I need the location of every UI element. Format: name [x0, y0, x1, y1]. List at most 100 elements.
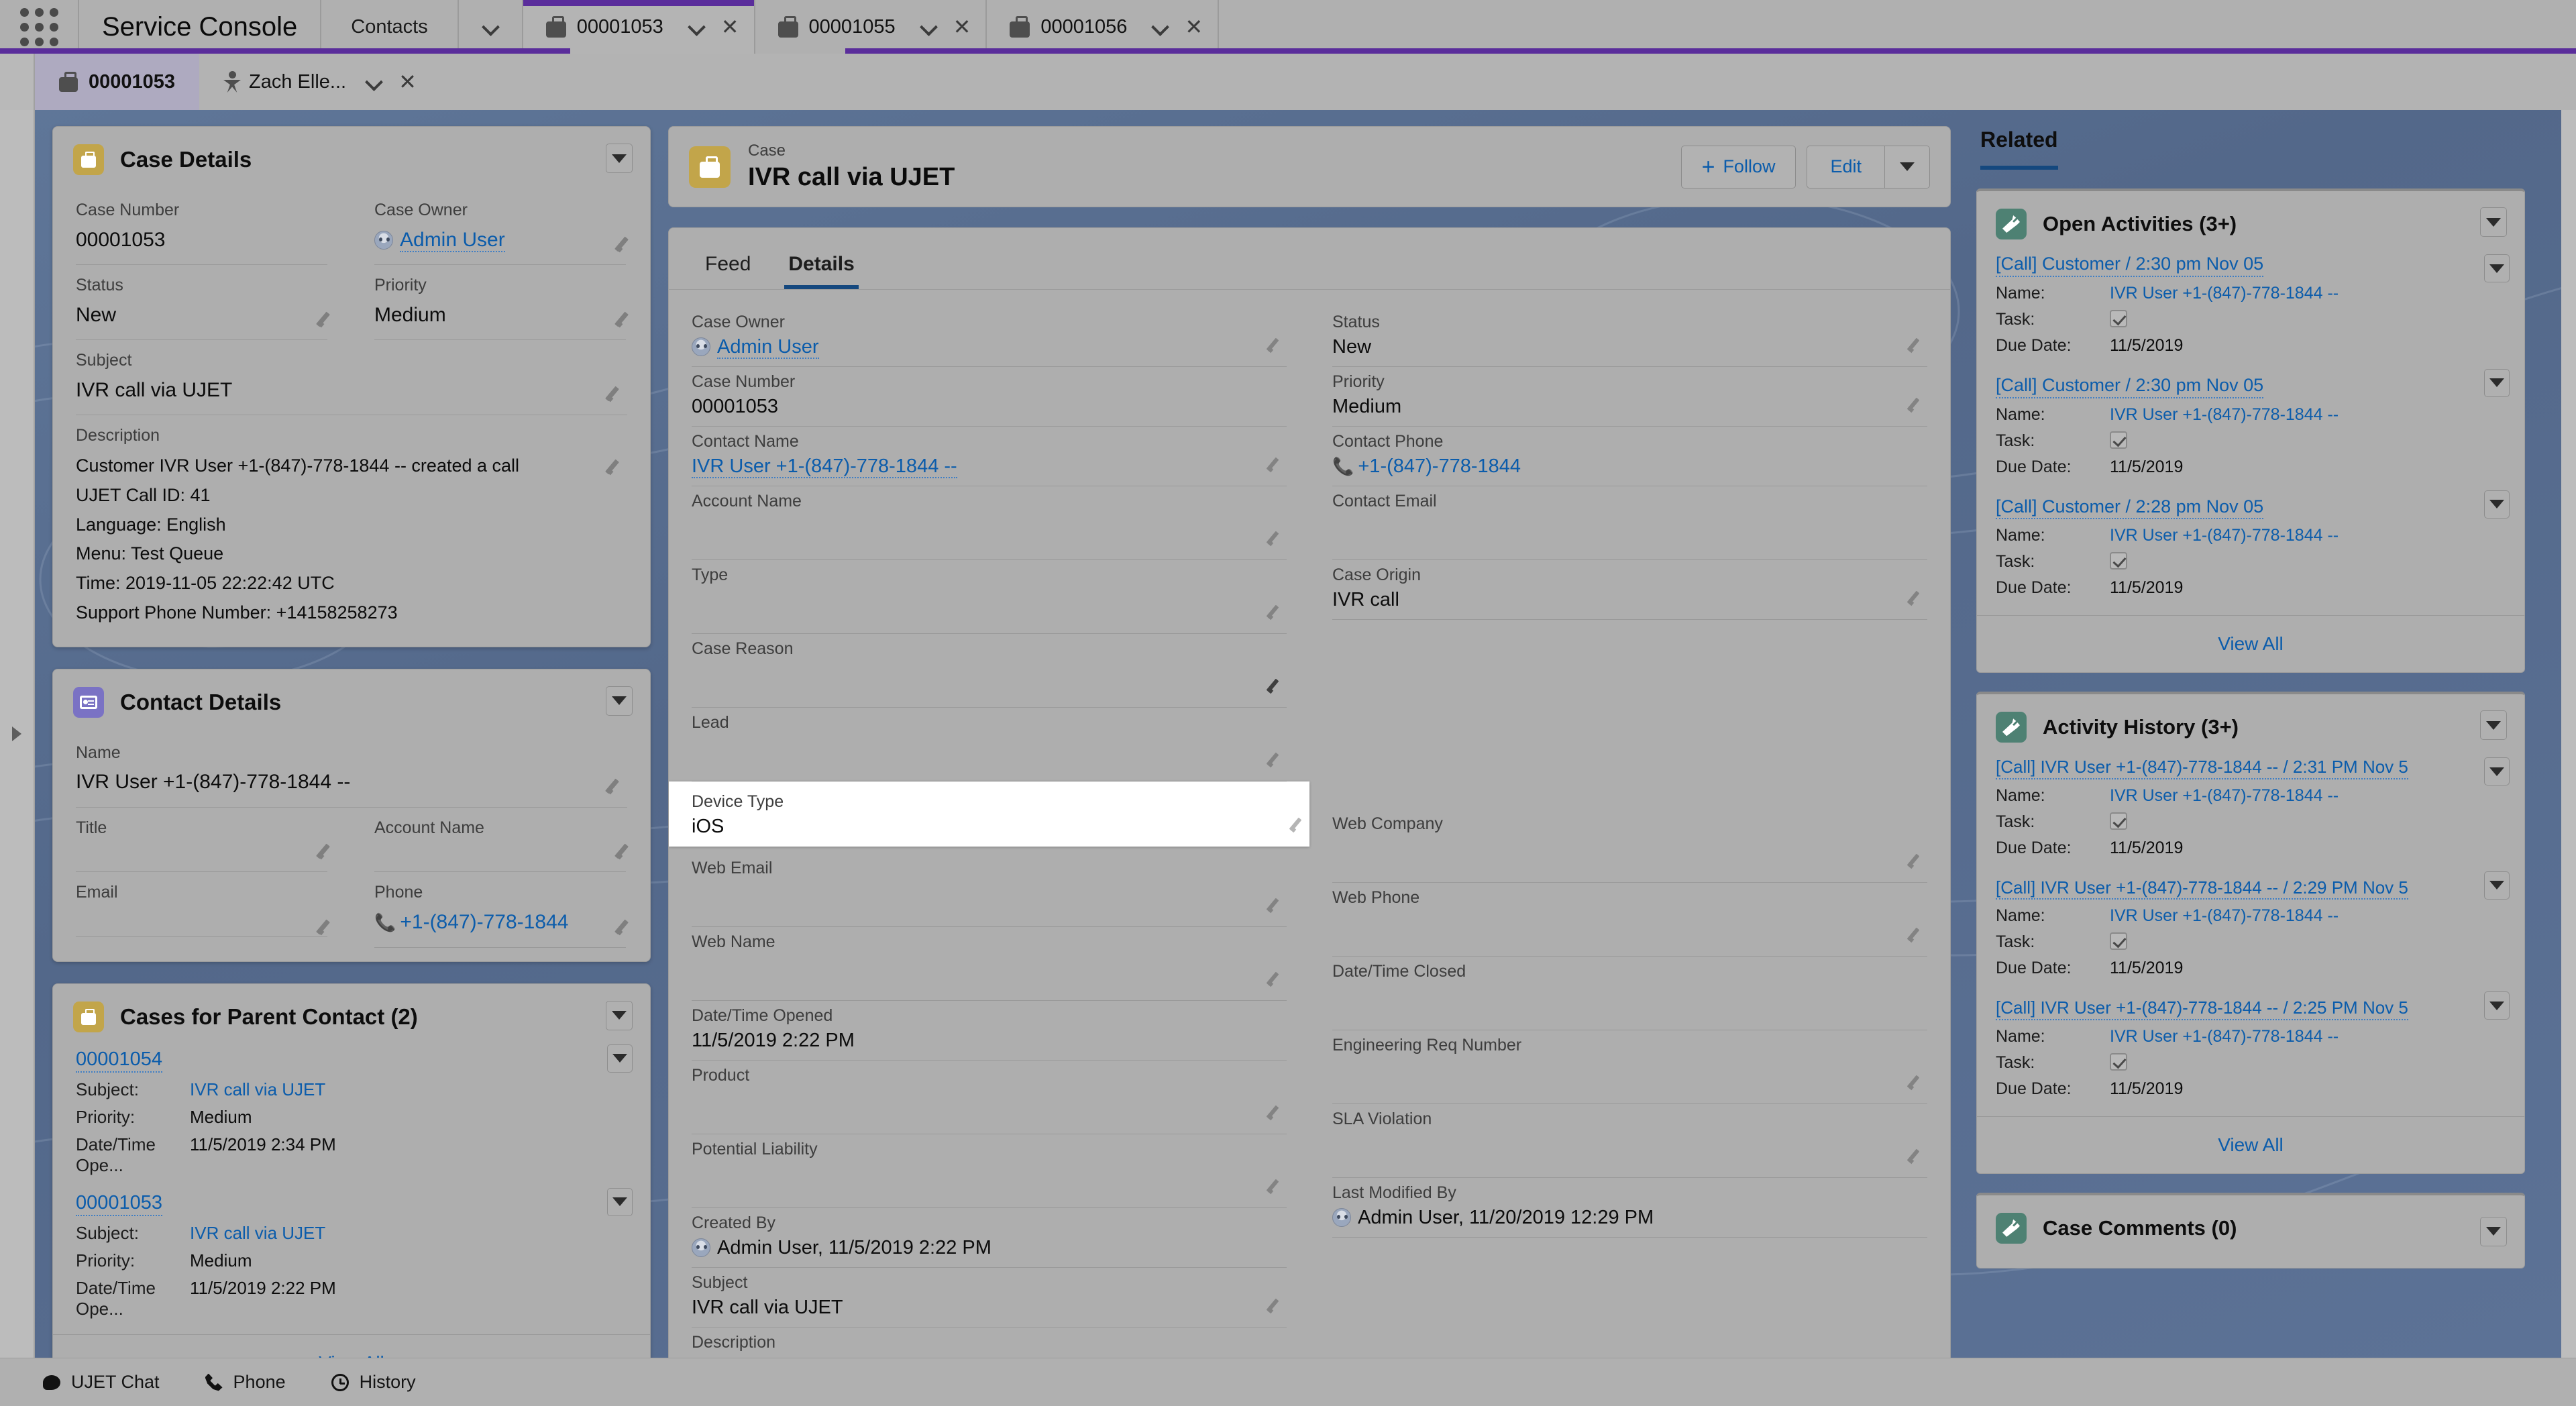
activity-link[interactable]: [Call] IVR User +1-(847)-778-1844 -- / 2… — [1996, 756, 2408, 779]
row-value-name[interactable]: IVR User +1-(847)-778-1844 -- — [2110, 284, 2339, 303]
edit-pencil-icon[interactable] — [607, 776, 625, 794]
case-link[interactable]: 00001053 — [76, 1191, 162, 1216]
row-label: Due Date: — [1996, 1079, 2110, 1099]
activity-link[interactable]: [Call] Customer / 2:30 pm Nov 05 — [1996, 374, 2263, 398]
row-value-name[interactable]: IVR User +1-(847)-778-1844 -- — [2110, 405, 2339, 425]
workspace-tab-00001056[interactable]: 00001056 ✕ — [987, 0, 1219, 54]
edit-pencil-icon[interactable] — [607, 457, 625, 474]
row-actions-button[interactable] — [2484, 871, 2510, 900]
edit-pencil-icon[interactable] — [1268, 751, 1284, 767]
left-panel-collapse-handle[interactable] — [0, 110, 35, 1358]
close-x-icon[interactable]: ✕ — [721, 16, 739, 38]
chevron-down-icon[interactable] — [366, 74, 381, 89]
case-link[interactable]: 00001054 — [76, 1047, 162, 1073]
close-x-icon[interactable]: ✕ — [398, 71, 417, 93]
row-actions-button[interactable] — [607, 1044, 633, 1073]
nav-dropdown-button[interactable] — [459, 0, 523, 54]
tab-details[interactable]: Details — [769, 253, 873, 289]
edit-pencil-icon[interactable] — [1268, 970, 1284, 986]
contact-phone-link[interactable]: +1-(847)-778-1844 — [400, 911, 568, 933]
edit-pencil-icon[interactable] — [616, 309, 634, 327]
open-activities-collapse-button[interactable] — [2480, 207, 2507, 237]
edit-pencil-icon[interactable] — [1909, 589, 1925, 605]
edit-pencil-icon[interactable] — [616, 841, 634, 859]
subtab-00001053[interactable]: 00001053 — [35, 54, 199, 110]
edit-pencil-icon[interactable] — [1909, 1073, 1925, 1089]
edit-pencil-icon[interactable] — [1268, 529, 1284, 545]
row-actions-button[interactable] — [2484, 490, 2510, 519]
edit-pencil-icon[interactable] — [318, 309, 335, 327]
edit-pencil-icon[interactable] — [1268, 455, 1284, 472]
tab-related[interactable]: Related — [1980, 127, 2058, 170]
tab-feed[interactable]: Feed — [686, 253, 769, 289]
chevron-down-icon[interactable] — [921, 19, 936, 34]
case-comments-collapse-button[interactable] — [2480, 1217, 2507, 1246]
edit-pencil-icon[interactable] — [607, 384, 625, 401]
row-actions-button[interactable] — [2484, 369, 2510, 397]
more-actions-button[interactable] — [1884, 146, 1929, 188]
row-value-opened: 11/5/2019 2:34 PM — [190, 1134, 336, 1176]
nav-item-contacts[interactable]: Contacts — [321, 0, 458, 54]
activity-history-view-all-link[interactable]: View All — [1977, 1116, 2524, 1173]
chevron-down-icon[interactable] — [1152, 19, 1167, 34]
contact-details-collapse-button[interactable] — [606, 686, 633, 716]
row-value-name[interactable]: IVR User +1-(847)-778-1844 -- — [2110, 526, 2339, 545]
edit-pencil-icon[interactable] — [318, 841, 335, 859]
activity-link[interactable]: [Call] Customer / 2:30 pm Nov 05 — [1996, 253, 2263, 277]
subtab-zach-elle[interactable]: Zach Elle... ✕ — [199, 54, 441, 110]
open-activities-view-all-link[interactable]: View All — [1977, 615, 2524, 672]
case-owner-link[interactable]: Admin User — [400, 229, 505, 252]
workspace-tab-00001055[interactable]: 00001055 ✕ — [755, 0, 987, 54]
field-value: IVR User +1-(847)-778-1844 -- — [76, 764, 626, 806]
utility-history[interactable]: History — [309, 1372, 439, 1393]
created-by-value[interactable]: Admin User, 11/5/2019 2:22 PM — [717, 1237, 991, 1258]
change-owner-icon[interactable] — [1268, 336, 1284, 352]
edit-pencil-icon[interactable] — [616, 917, 634, 934]
app-launcher-button[interactable] — [0, 0, 79, 54]
edit-pencil-icon[interactable] — [1909, 336, 1925, 352]
row-value-name[interactable]: IVR User +1-(847)-778-1844 -- — [2110, 786, 2339, 806]
detail-device-type[interactable]: Device Type iOS — [669, 781, 1309, 847]
chevron-down-icon[interactable] — [689, 19, 704, 34]
edit-pencil-icon[interactable] — [1909, 926, 1925, 942]
utility-ujet-chat[interactable]: UJET Chat — [20, 1372, 182, 1393]
edit-button[interactable]: Edit — [1807, 146, 1884, 188]
activity-link[interactable]: [Call] IVR User +1-(847)-778-1844 -- / 2… — [1996, 997, 2408, 1020]
page-scrollbar[interactable] — [2561, 110, 2576, 1358]
edit-pencil-icon[interactable] — [1909, 396, 1925, 412]
edit-pencil-icon[interactable] — [1268, 1177, 1284, 1193]
edit-pencil-icon[interactable] — [1268, 603, 1284, 619]
edit-pencil-icon[interactable] — [1268, 677, 1284, 693]
activity-link[interactable]: [Call] Customer / 2:28 pm Nov 05 — [1996, 496, 2263, 520]
edit-pencil-icon[interactable] — [1909, 1147, 1925, 1163]
row-actions-button[interactable] — [2484, 254, 2510, 282]
edit-pencil-icon[interactable] — [1268, 896, 1284, 912]
cases-collapse-button[interactable] — [606, 1001, 633, 1030]
row-value-name[interactable]: IVR User +1-(847)-778-1844 -- — [2110, 1027, 2339, 1046]
row-actions-button[interactable] — [2484, 991, 2510, 1020]
field-value: IVR call via UJET — [76, 372, 626, 415]
row-actions-button[interactable] — [2484, 757, 2510, 786]
workspace-tab-00001053[interactable]: 00001053 ✕ — [523, 0, 755, 54]
edit-pencil-icon[interactable] — [1268, 1103, 1284, 1120]
case-owner-link[interactable]: Admin User — [717, 336, 819, 359]
activity-link[interactable]: [Call] IVR User +1-(847)-778-1844 -- / 2… — [1996, 877, 2408, 900]
edit-pencil-icon[interactable] — [1291, 816, 1307, 832]
contact-phone-link[interactable]: +1-(847)-778-1844 — [1358, 455, 1521, 477]
edit-pencil-icon[interactable] — [1268, 1297, 1284, 1313]
change-owner-icon[interactable] — [616, 234, 634, 252]
row-value-subject[interactable]: IVR call via UJET — [190, 1079, 325, 1100]
row-actions-button[interactable] — [607, 1188, 633, 1216]
edit-pencil-icon[interactable] — [1909, 852, 1925, 868]
case-details-collapse-button[interactable] — [606, 144, 633, 173]
close-x-icon[interactable]: ✕ — [953, 16, 971, 38]
row-value-subject[interactable]: IVR call via UJET — [190, 1223, 325, 1244]
contact-name-link[interactable]: IVR User +1-(847)-778-1844 -- — [692, 455, 957, 478]
edit-pencil-icon[interactable] — [318, 917, 335, 934]
last-modified-by-value[interactable]: Admin User, 11/20/2019 12:29 PM — [1358, 1207, 1654, 1228]
row-value-name[interactable]: IVR User +1-(847)-778-1844 -- — [2110, 906, 2339, 926]
activity-history-collapse-button[interactable] — [2480, 710, 2507, 740]
close-x-icon[interactable]: ✕ — [1185, 16, 1203, 38]
utility-phone[interactable]: Phone — [182, 1372, 309, 1393]
follow-button[interactable]: +Follow — [1681, 146, 1796, 188]
